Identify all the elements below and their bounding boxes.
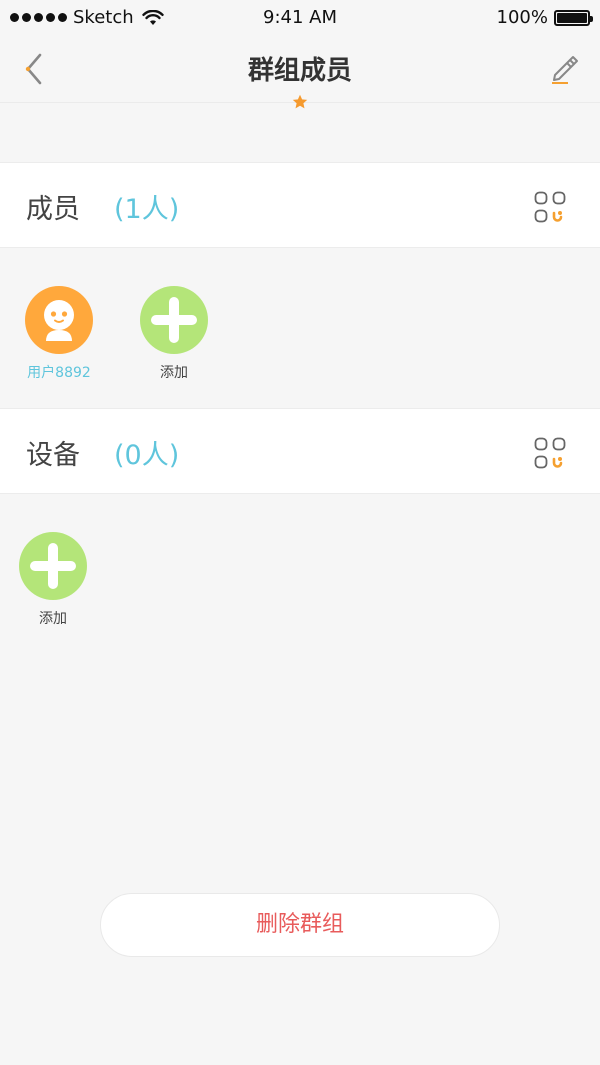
user-avatar-icon: [25, 286, 93, 354]
status-right: 100%: [496, 7, 593, 28]
battery-icon: [554, 9, 593, 26]
status-bar: Sketch 9:41 AM 100%: [0, 0, 600, 36]
members-title: 成员: [26, 194, 80, 225]
members-section-header: 成员 (1人): [0, 162, 600, 248]
devices-section-header: 设备 (0人): [0, 408, 600, 494]
add-member-label: 添加: [160, 365, 188, 381]
devices-title: 设备: [26, 440, 80, 471]
add-device-label: 添加: [39, 611, 67, 627]
add-device-button[interactable]: 添加: [3, 532, 103, 628]
add-member-button[interactable]: 添加: [124, 286, 224, 382]
navigation-bar: 群组成员: [0, 36, 600, 109]
battery-percent: 100%: [496, 7, 548, 28]
plus-icon: [140, 286, 208, 354]
grid-menu-icon[interactable]: [534, 191, 566, 223]
grid-menu-icon[interactable]: [534, 437, 566, 469]
devices-count: (0人): [114, 440, 180, 471]
plus-icon: [19, 532, 87, 600]
group-members-screen: Sketch 9:41 AM 100% 群组成员 成员 (1人) 用户8892 …: [0, 0, 600, 1065]
edit-pencil-icon[interactable]: [546, 50, 582, 86]
page-title: 群组成员: [247, 56, 352, 86]
member-user-label: 用户8892: [27, 365, 91, 381]
members-count: (1人): [114, 194, 180, 225]
delete-group-button[interactable]: 删除群组: [100, 893, 500, 957]
star-icon: [292, 94, 308, 109]
member-user-tile[interactable]: 用户8892: [9, 286, 109, 382]
